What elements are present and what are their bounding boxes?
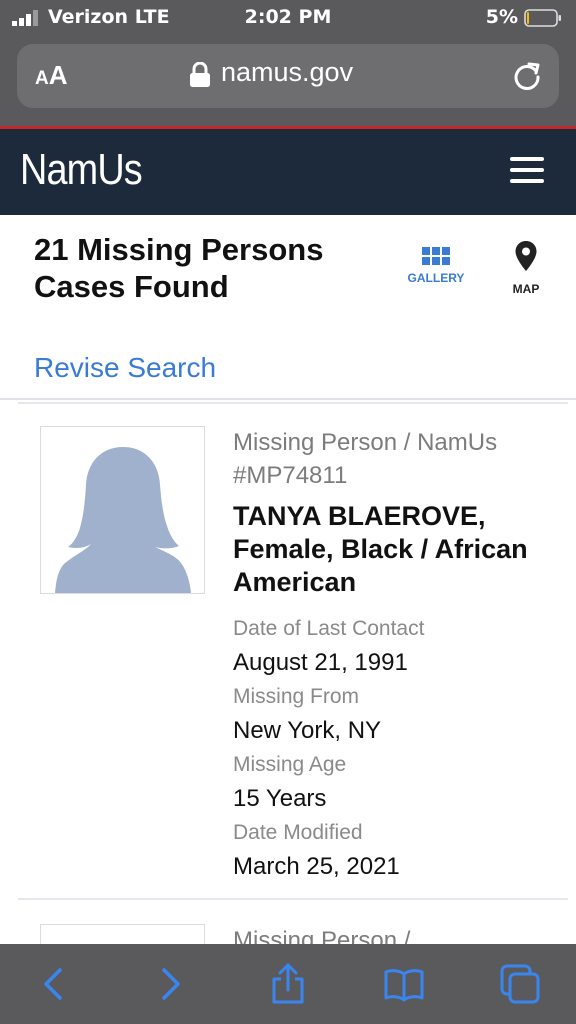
date-modified-label: Date Modified xyxy=(233,821,363,844)
person-silhouette-icon xyxy=(55,447,191,593)
battery-percent: 5% xyxy=(485,6,518,28)
map-label: MAP xyxy=(512,282,540,296)
case-photo-placeholder[interactable] xyxy=(40,924,205,944)
case-name-heading[interactable]: TANYA BLAEROVE, Female, Black / African … xyxy=(233,500,563,599)
browser-toolbar xyxy=(0,944,576,1024)
site-header: NamUs xyxy=(0,129,576,215)
bookmarks-book-icon[interactable] xyxy=(382,962,426,1006)
forward-arrow-icon[interactable] xyxy=(148,962,192,1006)
date-modified-value: March 25, 2021 xyxy=(233,853,400,880)
case-details: Missing Person / NamUs #MP74811 TANYA BL… xyxy=(233,426,563,883)
map-view-button[interactable]: MAP xyxy=(496,240,556,296)
last-contact-value: August 21, 1991 xyxy=(233,649,408,676)
namus-logo[interactable]: NamUs xyxy=(20,145,143,195)
browser-address-area: AA namus.gov xyxy=(0,36,576,126)
grid-icon xyxy=(422,247,450,265)
back-arrow-icon[interactable] xyxy=(32,962,76,1006)
address-bar[interactable]: AA namus.gov xyxy=(17,44,559,108)
missing-age-value: 15 Years xyxy=(233,785,327,812)
gallery-label: GALLERY xyxy=(407,271,465,285)
text-size-button[interactable]: AA xyxy=(35,60,68,91)
text-size-small-label: A xyxy=(35,68,49,89)
share-icon[interactable] xyxy=(266,962,310,1006)
case-type-id[interactable]: Missing Person / NamUs #MP74811 xyxy=(233,426,563,492)
results-header: 21 Missing Persons Cases Found Revise Se… xyxy=(0,215,576,400)
reload-icon[interactable] xyxy=(511,60,543,92)
case-type-id[interactable]: Missing Person / xyxy=(233,924,410,944)
results-count-heading: 21 Missing Persons Cases Found xyxy=(34,232,324,304)
case-card[interactable]: Missing Person / NamUs #MP74811 TANYA BL… xyxy=(18,404,568,898)
case-photo-placeholder[interactable] xyxy=(40,426,205,594)
gallery-view-button[interactable]: GALLERY xyxy=(406,240,466,285)
map-pin-icon xyxy=(515,241,537,271)
missing-age-label: Missing Age xyxy=(233,753,347,776)
case-card[interactable]: Missing Person / xyxy=(18,900,568,944)
hamburger-menu-icon[interactable] xyxy=(510,157,544,185)
missing-from-label: Missing From xyxy=(233,685,360,708)
lock-icon xyxy=(190,62,210,87)
text-size-large-label: A xyxy=(48,60,68,90)
battery-icon xyxy=(524,9,561,27)
missing-from-value: New York, NY xyxy=(233,717,382,744)
tabs-icon[interactable] xyxy=(498,962,542,1006)
status-bar: Verizon LTE 2:02 PM 5% xyxy=(0,0,576,36)
url-domain: namus.gov xyxy=(221,57,354,87)
revise-search-link[interactable]: Revise Search xyxy=(34,352,216,384)
last-contact-label: Date of Last Contact xyxy=(233,617,425,640)
